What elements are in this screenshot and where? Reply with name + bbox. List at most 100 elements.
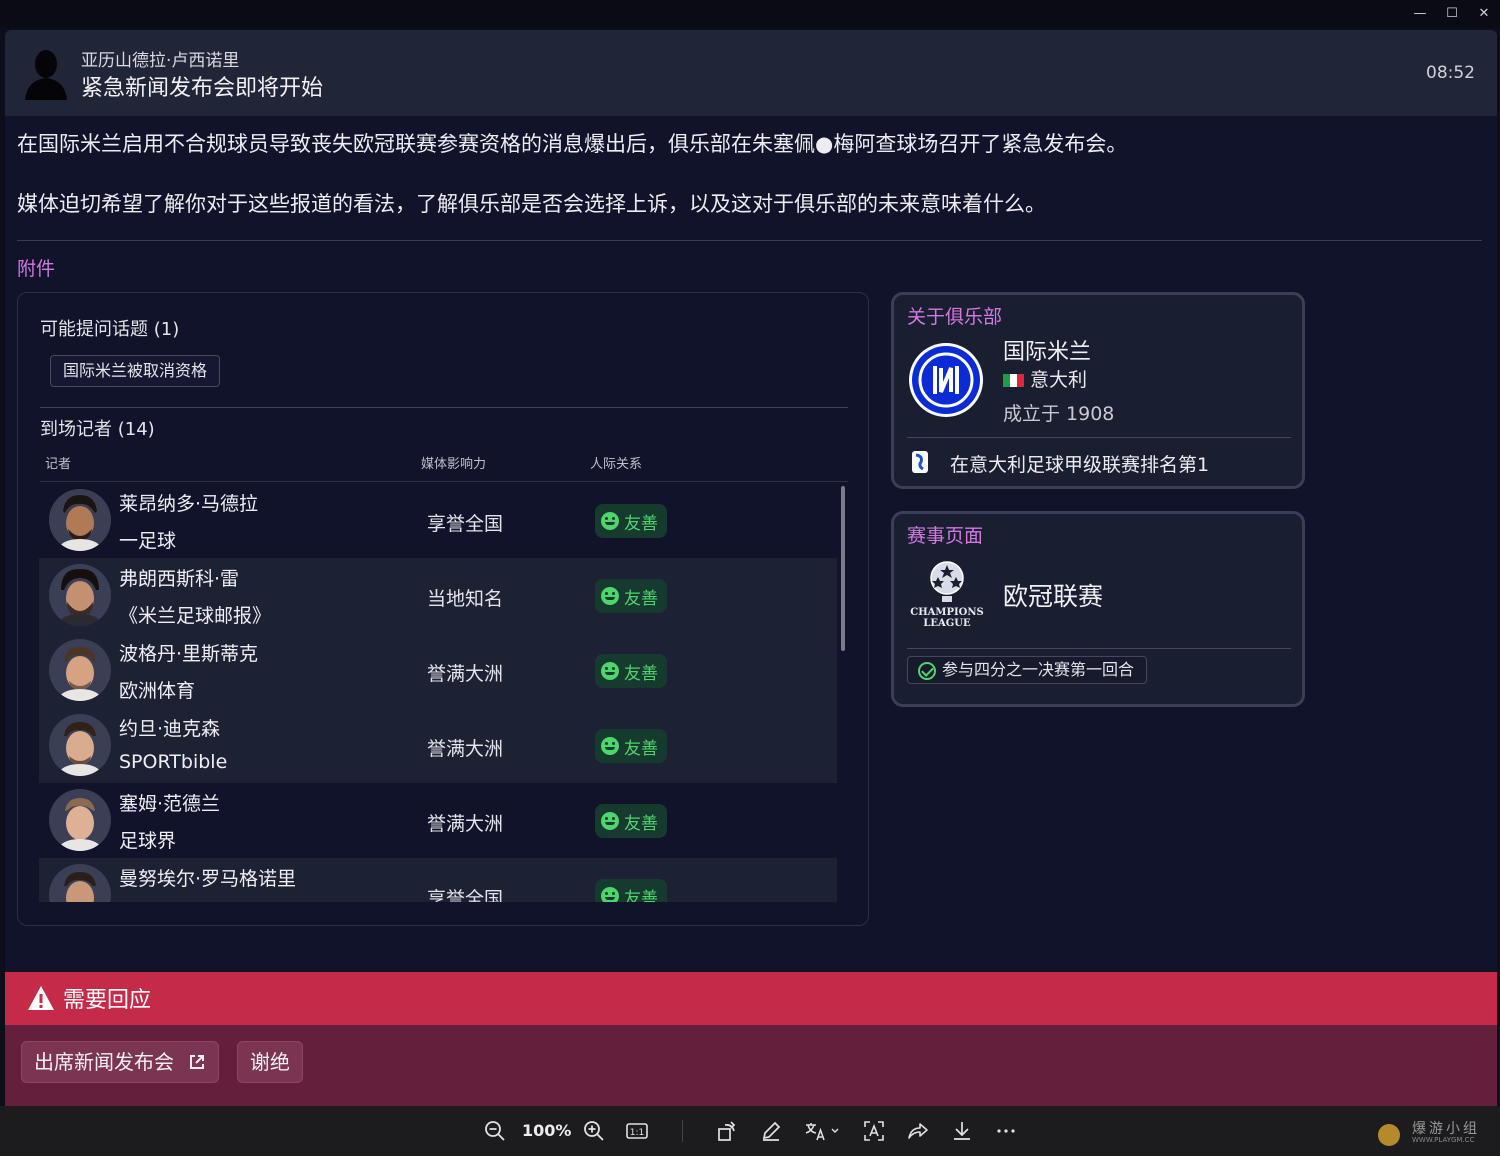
journalist-avatar — [49, 789, 111, 851]
zoom-in-icon[interactable] — [581, 1118, 607, 1144]
topic-chip[interactable]: 国际米兰被取消资格 — [50, 355, 221, 387]
response-banner-text: 需要回应 — [63, 988, 152, 1013]
competition-card-title[interactable]: 赛事页面 — [907, 521, 983, 548]
club-country[interactable]: 意大利 — [1030, 365, 1087, 392]
journalist-avatar — [49, 489, 111, 551]
italy-flag-icon — [1003, 374, 1024, 387]
maximize-button[interactable]: ☐ — [1438, 4, 1466, 24]
club-info-card[interactable]: 关于俱乐部 国际米兰 意大利 成立于 1908 在意大利足球甲级联赛排名第1 — [891, 292, 1305, 489]
sender-name: 亚历山德拉·卢西诺里 — [81, 51, 240, 71]
body-divider — [17, 240, 1482, 241]
watermark-logo: 爆游小组 WWW.PLAYGM.CC — [1374, 1118, 1494, 1148]
relationship-label: 友善 — [624, 513, 658, 534]
club-card-title[interactable]: 关于俱乐部 — [907, 302, 1002, 329]
smiley-icon — [601, 512, 619, 530]
share-icon[interactable] — [905, 1118, 931, 1144]
journalist-media[interactable]: 一足球 — [119, 526, 176, 553]
chevron-down-icon[interactable] — [830, 1126, 840, 1136]
toolbar-separator — [682, 1120, 683, 1142]
champions-league-logo-icon[interactable]: CHAMPIONS LEAGUE — [908, 560, 986, 632]
minimize-button[interactable]: — — [1406, 4, 1434, 24]
table-row[interactable]: 塞姆·范德兰 足球界 誉满大洲 友善 — [39, 783, 837, 858]
attend-press-conference-button[interactable]: 出席新闻发布会 — [21, 1041, 219, 1083]
response-actions: 出席新闻发布会 谢绝 — [5, 1025, 1497, 1106]
competition-name[interactable]: 欧冠联赛 — [1003, 577, 1103, 613]
zoom-out-icon[interactable] — [482, 1118, 508, 1144]
column-header-relationship[interactable]: 人际关系 — [590, 453, 642, 472]
translate-icon[interactable] — [801, 1118, 843, 1144]
journalist-avatar — [49, 639, 111, 701]
journalist-name[interactable]: 约旦·迪克森 — [119, 714, 220, 741]
journalist-name[interactable]: 波格丹·里斯蒂克 — [119, 639, 258, 666]
more-options-icon[interactable] — [993, 1118, 1019, 1144]
journalist-media[interactable]: SPORTbible — [119, 751, 227, 773]
media-influence: 誉满大洲 — [427, 663, 504, 685]
table-row[interactable]: 莱昂纳多·马德拉 一足球 享誉全国 友善 — [39, 483, 837, 558]
relationship-label: 友善 — [624, 888, 658, 903]
journalist-name[interactable]: 弗朗西斯科·雷 — [119, 564, 239, 591]
text-recognition-icon[interactable] — [861, 1118, 887, 1144]
download-icon[interactable] — [949, 1118, 975, 1144]
champions-logo-text: CHAMPIONS — [910, 607, 984, 618]
journalist-name[interactable]: 塞姆·范德兰 — [119, 789, 220, 816]
journalist-name[interactable]: 曼努埃尔·罗马格诺里 — [119, 864, 296, 891]
league-rank[interactable]: 在意大利足球甲级联赛排名第1 — [950, 450, 1209, 477]
column-header-divider — [40, 481, 848, 482]
media-influence: 誉满大洲 — [427, 738, 504, 760]
watermark-title: 爆游小组 — [1412, 1121, 1480, 1137]
media-influence: 享誉全国 — [427, 888, 504, 902]
journalist-avatar — [49, 564, 111, 626]
edit-pen-icon[interactable] — [758, 1118, 784, 1144]
table-row[interactable]: 约旦·迪克森 SPORTbible 誉满大洲 友善 — [39, 708, 837, 783]
smiley-icon — [601, 887, 619, 902]
club-name[interactable]: 国际米兰 — [1003, 334, 1091, 366]
relationship-badge: 友善 — [595, 654, 667, 688]
journalist-media[interactable]: 《米兰足球邮报》 — [119, 601, 271, 628]
panel-divider — [40, 407, 848, 408]
message-header: 亚历山德拉·卢西诺里 紧急新闻发布会即将开始 08:52 — [5, 30, 1497, 116]
table-row[interactable]: 曼努埃尔·罗马格诺里 享誉全国 友善 — [39, 858, 837, 902]
journalist-list: 莱昂纳多·马德拉 一足球 享誉全国 友善 弗朗西斯科·雷 《米兰足球邮报》 当地… — [39, 483, 837, 902]
competition-status-chip[interactable]: 参与四分之一决赛第一回合 — [907, 656, 1148, 684]
table-row[interactable]: 弗朗西斯科·雷 《米兰足球邮报》 当地知名 友善 — [39, 558, 837, 633]
smiley-icon — [601, 587, 619, 605]
viewer-toolbar: 100% 1:1 爆游小组 WWW.PLAYGM.CC — [0, 1106, 1500, 1156]
message-subject: 紧急新闻发布会即将开始 — [81, 76, 324, 101]
window-titlebar: — ☐ ✕ — [0, 0, 1500, 28]
body-paragraph-1: 在国际米兰启用不合规球员导致丧失欧冠联赛参赛资格的消息爆出后，俱乐部在朱塞佩●梅… — [17, 132, 1128, 156]
journalists-title: 到场记者 (14) — [40, 419, 155, 440]
serie-a-logo-icon — [912, 451, 928, 473]
rotate-icon[interactable] — [714, 1118, 740, 1144]
topics-title: 可能提问话题 (1) — [40, 319, 180, 340]
relationship-badge: 友善 — [595, 729, 667, 763]
club-card-divider — [907, 437, 1291, 438]
external-link-icon — [190, 1055, 204, 1069]
column-header-influence[interactable]: 媒体影响力 — [421, 453, 486, 472]
inter-milan-logo-icon[interactable] — [908, 342, 984, 418]
relationship-label: 友善 — [624, 663, 658, 684]
competition-card[interactable]: 赛事页面 CHAMPIONS LEAGUE 欧冠联赛 参与四分之一决赛第一回合 — [891, 511, 1305, 707]
journalist-avatar — [49, 714, 111, 776]
list-scrollbar[interactable] — [841, 486, 845, 651]
decline-button[interactable]: 谢绝 — [237, 1041, 303, 1083]
actual-size-icon[interactable]: 1:1 — [624, 1118, 650, 1144]
journalist-media[interactable]: 足球界 — [119, 826, 176, 853]
news-message-window: 亚历山德拉·卢西诺里 紧急新闻发布会即将开始 08:52 在国际米兰启用不合规球… — [5, 30, 1497, 1106]
attend-button-label: 出席新闻发布会 — [34, 1050, 174, 1074]
zoom-level: 100% — [522, 1121, 572, 1140]
smiley-icon — [601, 662, 619, 680]
competition-status: 参与四分之一决赛第一回合 — [942, 660, 1135, 679]
relationship-badge: 友善 — [595, 804, 667, 838]
actual-size-label: 1:1 — [630, 1128, 644, 1138]
smiley-icon — [601, 737, 619, 755]
press-conference-panel: 可能提问话题 (1) 国际米兰被取消资格 到场记者 (14) 记者 媒体影响力 … — [17, 292, 869, 926]
body-paragraph-2: 媒体迫切希望了解你对于这些报道的看法，了解俱乐部是否会选择上诉，以及这对于俱乐部… — [17, 192, 1046, 216]
table-row[interactable]: 波格丹·里斯蒂克 欧洲体育 誉满大洲 友善 — [39, 633, 837, 708]
relationship-badge: 友善 — [595, 879, 667, 902]
journalist-name[interactable]: 莱昂纳多·马德拉 — [119, 489, 258, 516]
close-button[interactable]: ✕ — [1470, 4, 1498, 24]
column-header-journalist[interactable]: 记者 — [45, 453, 71, 472]
journalist-media[interactable]: 欧洲体育 — [119, 676, 195, 703]
smiley-icon — [601, 812, 619, 830]
response-required-banner: 需要回应 — [5, 972, 1497, 1025]
